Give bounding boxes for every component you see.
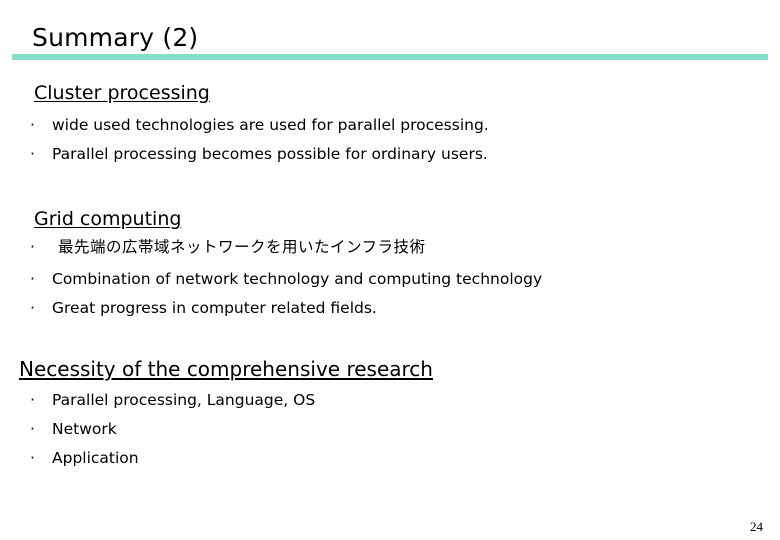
bullet-icon: ·: [30, 420, 35, 438]
list-item: · wide used technologies are used for par…: [30, 115, 489, 135]
list-item-text: Parallel processing, Language, OS: [52, 391, 316, 409]
section-heading-grid-computing: Grid computing: [34, 208, 182, 230]
list-item-text: 最先端の広帯域ネットワークを用いたインフラ技術: [58, 238, 426, 256]
section-heading-cluster-processing: Cluster processing: [34, 82, 210, 104]
list-item: · Great progress in computer related fiel…: [30, 298, 377, 318]
slide-title: Summary (2): [32, 23, 199, 52]
list-item: · Combination of network technology and c…: [30, 269, 542, 289]
list-item-text: Great progress in computer related field…: [52, 299, 377, 317]
list-item: · 最先端の広帯域ネットワークを用いたインフラ技術: [30, 237, 426, 257]
list-item-text: Combination of network technology and co…: [52, 270, 543, 288]
bullet-icon: ·: [30, 391, 35, 409]
list-item-text: Parallel processing becomes possible for…: [52, 145, 488, 163]
list-item: · Network: [30, 419, 117, 439]
bullet-icon: ·: [30, 270, 35, 288]
bullet-icon: ·: [30, 145, 35, 163]
bullet-icon: ·: [30, 449, 35, 467]
page-number: 24: [750, 519, 763, 534]
list-item: · Application: [30, 448, 139, 468]
list-item: · Parallel processing becomes possible fo…: [30, 144, 488, 164]
bullet-icon: ·: [30, 116, 35, 134]
list-item: · Parallel processing, Language, OS: [30, 390, 315, 410]
list-item-text: Network: [52, 420, 117, 438]
section-heading-necessity-of-research: Necessity of the comprehensive research: [19, 357, 433, 381]
list-item-text: Application: [52, 449, 139, 467]
bullet-icon: ·: [30, 299, 35, 317]
title-divider: [12, 54, 768, 60]
bullet-icon: ·: [30, 238, 35, 256]
list-item-text: wide used technologies are used for para…: [52, 116, 489, 134]
